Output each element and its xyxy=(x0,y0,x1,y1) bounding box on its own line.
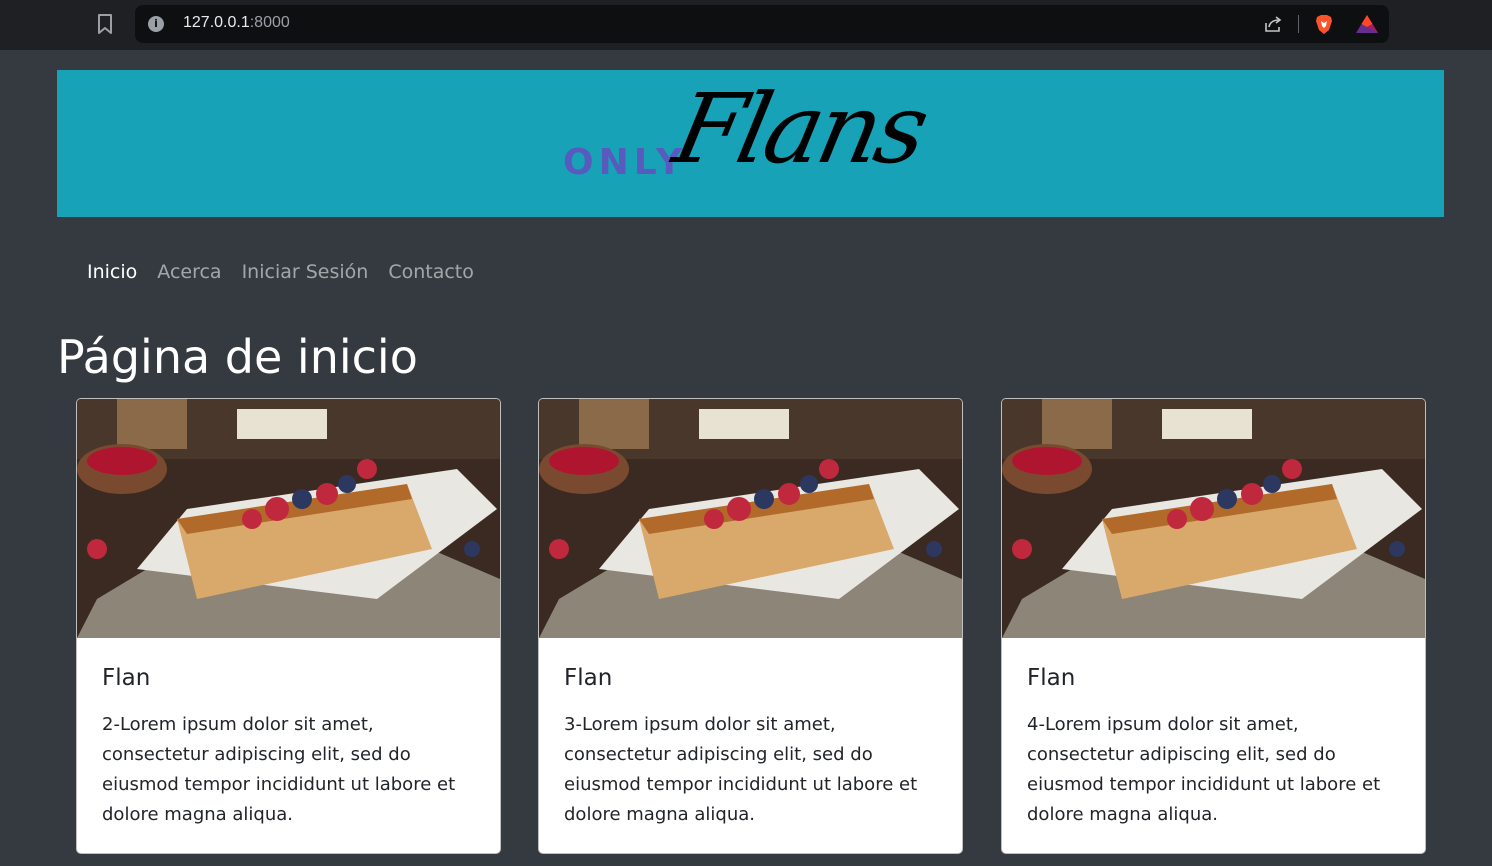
flan-photo xyxy=(539,399,962,638)
card-text: 2-Lorem ipsum dolor sit amet, consectetu… xyxy=(102,714,456,825)
flan-card: Flan 4-Lorem ipsum dolor sit amet, conse… xyxy=(1001,398,1426,854)
flan-card: Flan 2-Lorem ipsum dolor sit amet, conse… xyxy=(76,398,501,854)
card-text: 3-Lorem ipsum dolor sit amet, consectetu… xyxy=(564,714,918,825)
flan-card: Flan 3-Lorem ipsum dolor sit amet, conse… xyxy=(538,398,963,854)
brave-shield-icon[interactable] xyxy=(1313,13,1335,35)
bookmark-icon[interactable] xyxy=(94,12,116,36)
url-text[interactable]: 127.0.0.1:8000 xyxy=(183,14,290,32)
rewards-triangle-icon[interactable] xyxy=(1355,14,1379,34)
nav-item-inicio[interactable]: Inicio xyxy=(87,261,137,283)
toolbar-divider xyxy=(1298,15,1299,33)
info-icon[interactable]: i xyxy=(148,16,164,32)
url-host: 127.0.0.1 xyxy=(183,14,250,31)
share-icon[interactable] xyxy=(1263,14,1283,34)
card-title: Flan xyxy=(1027,665,1076,691)
logo-flans-text: Flans xyxy=(665,73,935,185)
address-bar[interactable]: i 127.0.0.1:8000 xyxy=(135,5,1389,43)
browser-toolbar: i 127.0.0.1:8000 xyxy=(0,0,1492,50)
nav-item-iniciar-sesion[interactable]: Iniciar Sesión xyxy=(242,261,369,283)
card-title: Flan xyxy=(102,665,151,691)
page-title: Página de inicio xyxy=(57,330,418,384)
card-title: Flan xyxy=(564,665,613,691)
card-text: 4-Lorem ipsum dolor sit amet, consectetu… xyxy=(1027,714,1381,825)
flan-photo xyxy=(1002,399,1425,638)
url-port: :8000 xyxy=(249,14,290,31)
header-banner: ONLY Flans xyxy=(57,70,1444,217)
nav-item-acerca[interactable]: Acerca xyxy=(157,261,221,283)
nav-item-contacto[interactable]: Contacto xyxy=(388,261,474,283)
flan-photo xyxy=(77,399,500,638)
main-nav: Inicio Acerca Iniciar Sesión Contacto xyxy=(87,261,474,283)
